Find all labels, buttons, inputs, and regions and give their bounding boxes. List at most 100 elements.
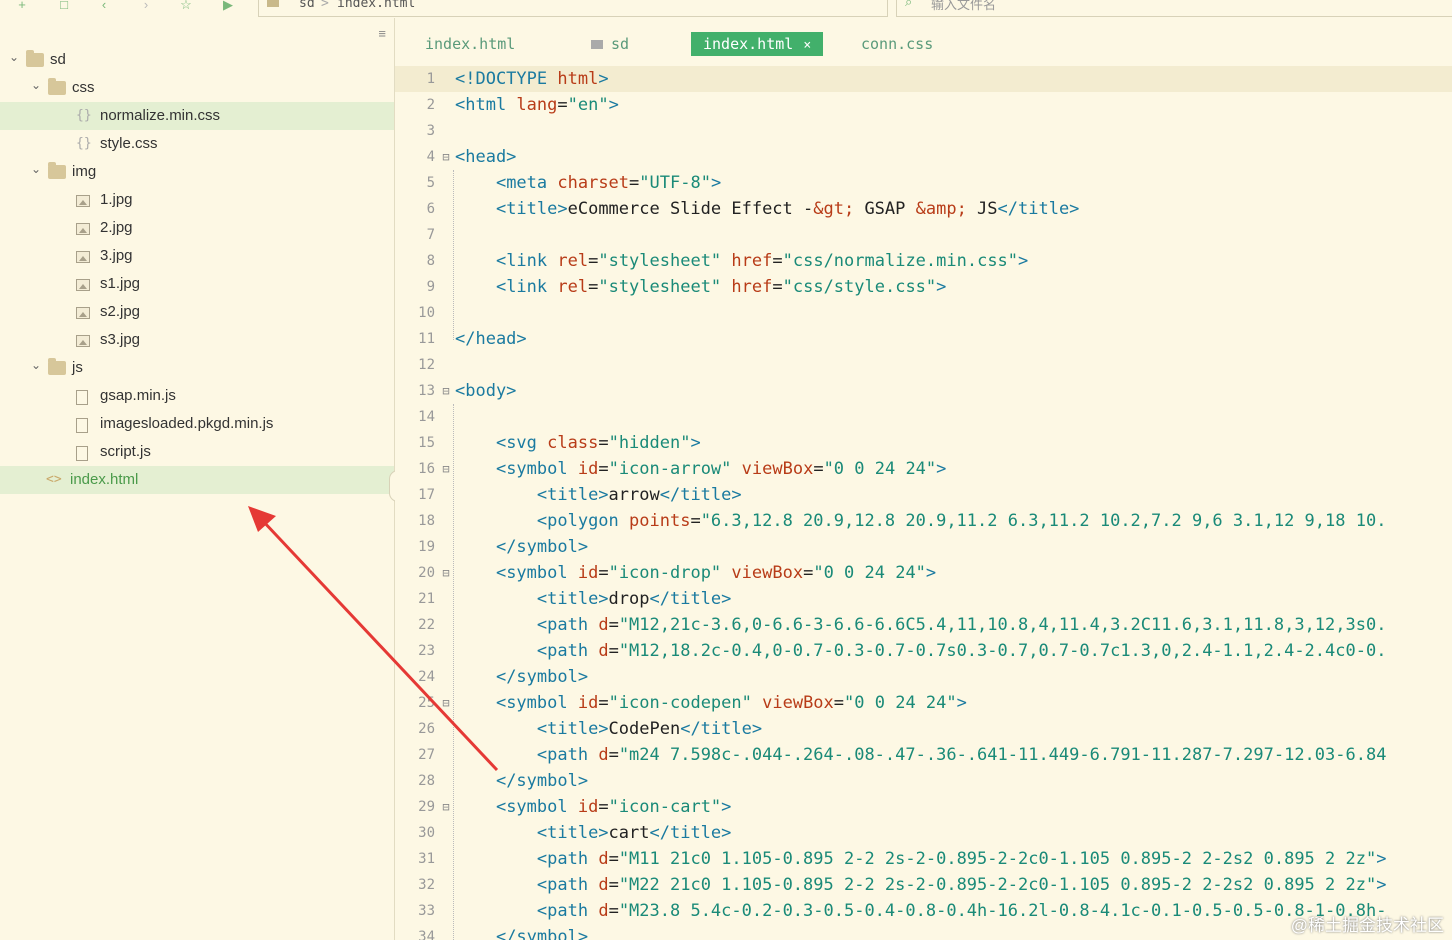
menu-icon[interactable]: ≡ bbox=[378, 26, 386, 41]
code-text: </symbol> bbox=[455, 924, 588, 940]
back-icon[interactable]: ‹ bbox=[96, 0, 112, 12]
code-text: <symbol id="icon-arrow" viewBox="0 0 24 … bbox=[455, 456, 946, 482]
tree-item-s1-jpg[interactable]: s1.jpg bbox=[0, 270, 394, 298]
code-line[interactable]: 29 ⊟ <symbol id="icon-cart"> bbox=[395, 794, 1452, 820]
new-window-icon[interactable]: □ bbox=[56, 0, 72, 12]
fold-toggle-icon[interactable]: ⊟ bbox=[440, 690, 452, 716]
code-line[interactable]: 7 bbox=[395, 222, 1452, 248]
code-line[interactable]: 21 <title>drop</title> bbox=[395, 586, 1452, 612]
breadcrumb-folder[interactable]: sd bbox=[299, 0, 315, 11]
code-token: <path bbox=[536, 641, 599, 661]
chevron-down-icon[interactable]: ⌄ bbox=[30, 158, 42, 180]
tree-item-1-jpg[interactable]: 1.jpg bbox=[0, 186, 394, 214]
code-token: cart bbox=[608, 823, 650, 843]
tree-item-css[interactable]: ⌄ css bbox=[0, 74, 394, 102]
code-line[interactable]: 25 ⊟ <symbol id="icon-codepen" viewBox="0… bbox=[395, 690, 1452, 716]
tree-item-style-css[interactable]: {} style.css bbox=[0, 130, 394, 158]
code-editor[interactable]: 1 <!DOCTYPE html> 2 <html lang="en"> 3 4 ⊟ <hea… bbox=[395, 66, 1452, 940]
code-text: <link rel="stylesheet" href="css/normali… bbox=[455, 248, 1028, 274]
tab-index-html[interactable]: index.html bbox=[425, 32, 515, 56]
code-text: <path d="m24 7.598c-.044-.264-.08-.47-.3… bbox=[455, 742, 1387, 768]
code-line[interactable]: 24 </symbol> bbox=[395, 664, 1452, 690]
code-line[interactable]: 11 </head> bbox=[395, 326, 1452, 352]
tree-item-img[interactable]: ⌄ img bbox=[0, 158, 394, 186]
code-line[interactable]: 27 <path d="m24 7.598c-.044-.264-.08-.47… bbox=[395, 742, 1452, 768]
code-line[interactable]: 32 <path d="M22 21c0 1.105-0.895 2-2 2s-… bbox=[395, 872, 1452, 898]
code-line[interactable]: 10 bbox=[395, 300, 1452, 326]
code-line[interactable]: 8 <link rel="stylesheet" href="css/norma… bbox=[395, 248, 1452, 274]
chevron-down-icon[interactable]: ⌄ bbox=[8, 46, 20, 68]
tree-item-js[interactable]: ⌄ js bbox=[0, 354, 394, 382]
code-token: </symbol> bbox=[495, 927, 589, 940]
code-line[interactable]: 4 ⊟ <head> bbox=[395, 144, 1452, 170]
breadcrumb-file[interactable]: index.html bbox=[337, 0, 415, 11]
run-icon[interactable]: ▶ bbox=[220, 0, 236, 12]
close-icon[interactable]: × bbox=[803, 38, 811, 53]
fold-toggle-icon[interactable]: ⊟ bbox=[440, 794, 452, 820]
tree-item-script-js[interactable]: script.js bbox=[0, 438, 394, 466]
tree-item-s3-jpg[interactable]: s3.jpg bbox=[0, 326, 394, 354]
code-token: "0 0 24 24" bbox=[813, 563, 926, 583]
image-file-icon bbox=[76, 223, 90, 235]
code-line[interactable]: 23 <path d="M12,18.2c-0.4,0-0.7-0.3-0.7-… bbox=[395, 638, 1452, 664]
code-line[interactable]: 22 <path d="M12,21c-3.6,0-6.6-3-6.6-6.6C… bbox=[395, 612, 1452, 638]
code-text: </symbol> bbox=[455, 664, 588, 690]
code-token: > bbox=[690, 433, 701, 453]
search-input[interactable]: 输入文件名 bbox=[931, 0, 996, 13]
add-file-icon[interactable]: + bbox=[14, 0, 30, 12]
code-line[interactable]: 18 <polygon points="6.3,12.8 20.9,12.8 2… bbox=[395, 508, 1452, 534]
code-line[interactable]: 17 <title>arrow</title> bbox=[395, 482, 1452, 508]
tree-item-3-jpg[interactable]: 3.jpg bbox=[0, 242, 394, 270]
tree-item-normalize-min-css[interactable]: {} normalize.min.css bbox=[0, 102, 394, 130]
code-line[interactable]: 28 </symbol> bbox=[395, 768, 1452, 794]
code-line[interactable]: 19 </symbol> bbox=[395, 534, 1452, 560]
tree-item-imagesloaded-pkgd-min-js[interactable]: imagesloaded.pkgd.min.js bbox=[0, 410, 394, 438]
image-file-icon bbox=[76, 195, 90, 207]
code-token: "css/normalize.min.css" bbox=[782, 251, 1019, 271]
code-line[interactable]: 26 <title>CodePen</title> bbox=[395, 716, 1452, 742]
forward-icon[interactable]: › bbox=[138, 0, 154, 12]
line-number: 8 bbox=[426, 253, 435, 269]
code-line[interactable]: 30 <title>cart</title> bbox=[395, 820, 1452, 846]
fold-toggle-icon[interactable]: ⊟ bbox=[440, 456, 452, 482]
line-number: 28 bbox=[418, 773, 435, 789]
code-line[interactable]: 20 ⊟ <symbol id="icon-drop" viewBox="0 0 … bbox=[395, 560, 1452, 586]
code-token: <title> bbox=[536, 823, 609, 843]
tree-item-sd[interactable]: ⌄ sd bbox=[0, 46, 394, 74]
chevron-down-icon[interactable]: ⌄ bbox=[30, 74, 42, 96]
tab-index-html-active[interactable]: index.html × bbox=[691, 32, 824, 56]
code-line[interactable]: 15 <svg class="hidden"> bbox=[395, 430, 1452, 456]
file-search[interactable]: ⌕ 输入文件名 bbox=[896, 0, 1452, 17]
code-line[interactable]: 1 <!DOCTYPE html> bbox=[395, 66, 1452, 92]
code-token: > bbox=[1376, 849, 1387, 869]
chevron-down-icon[interactable]: ⌄ bbox=[30, 354, 42, 376]
code-line[interactable]: 12 bbox=[395, 352, 1452, 378]
tab-conn-css[interactable]: conn.css bbox=[861, 32, 933, 56]
tree-item-label: 2.jpg bbox=[100, 219, 133, 236]
code-line[interactable]: 6 <title>eCommerce Slide Effect -&gt; GS… bbox=[395, 196, 1452, 222]
code-line[interactable]: 31 <path d="M11 21c0 1.105-0.895 2-2 2s-… bbox=[395, 846, 1452, 872]
code-line[interactable]: 5 <meta charset="UTF-8"> bbox=[395, 170, 1452, 196]
code-line[interactable]: 3 bbox=[395, 118, 1452, 144]
code-line[interactable]: 9 <link rel="stylesheet" href="css/style… bbox=[395, 274, 1452, 300]
fold-toggle-icon[interactable]: ⊟ bbox=[440, 378, 452, 404]
code-token: <link bbox=[495, 277, 558, 297]
fold-toggle-icon[interactable]: ⊟ bbox=[440, 560, 452, 586]
code-token: </symbol> bbox=[495, 667, 589, 687]
code-line[interactable]: 14 bbox=[395, 404, 1452, 430]
tree-item-s2-jpg[interactable]: s2.jpg bbox=[0, 298, 394, 326]
tree-item-index-html[interactable]: <> index.html bbox=[0, 466, 394, 494]
code-line[interactable]: 2 <html lang="en"> bbox=[395, 92, 1452, 118]
code-line[interactable]: 16 ⊟ <symbol id="icon-arrow" viewBox="0 0… bbox=[395, 456, 1452, 482]
tree-item-gsap-min-js[interactable]: gsap.min.js bbox=[0, 382, 394, 410]
tab-sd-folder[interactable]: sd bbox=[591, 32, 629, 56]
code-token: class bbox=[547, 433, 599, 453]
star-icon[interactable]: ☆ bbox=[178, 0, 194, 12]
code-line[interactable]: 13 ⊟ <body> bbox=[395, 378, 1452, 404]
fold-toggle-icon[interactable]: ⊟ bbox=[440, 144, 452, 170]
tree-item-2-jpg[interactable]: 2.jpg bbox=[0, 214, 394, 242]
